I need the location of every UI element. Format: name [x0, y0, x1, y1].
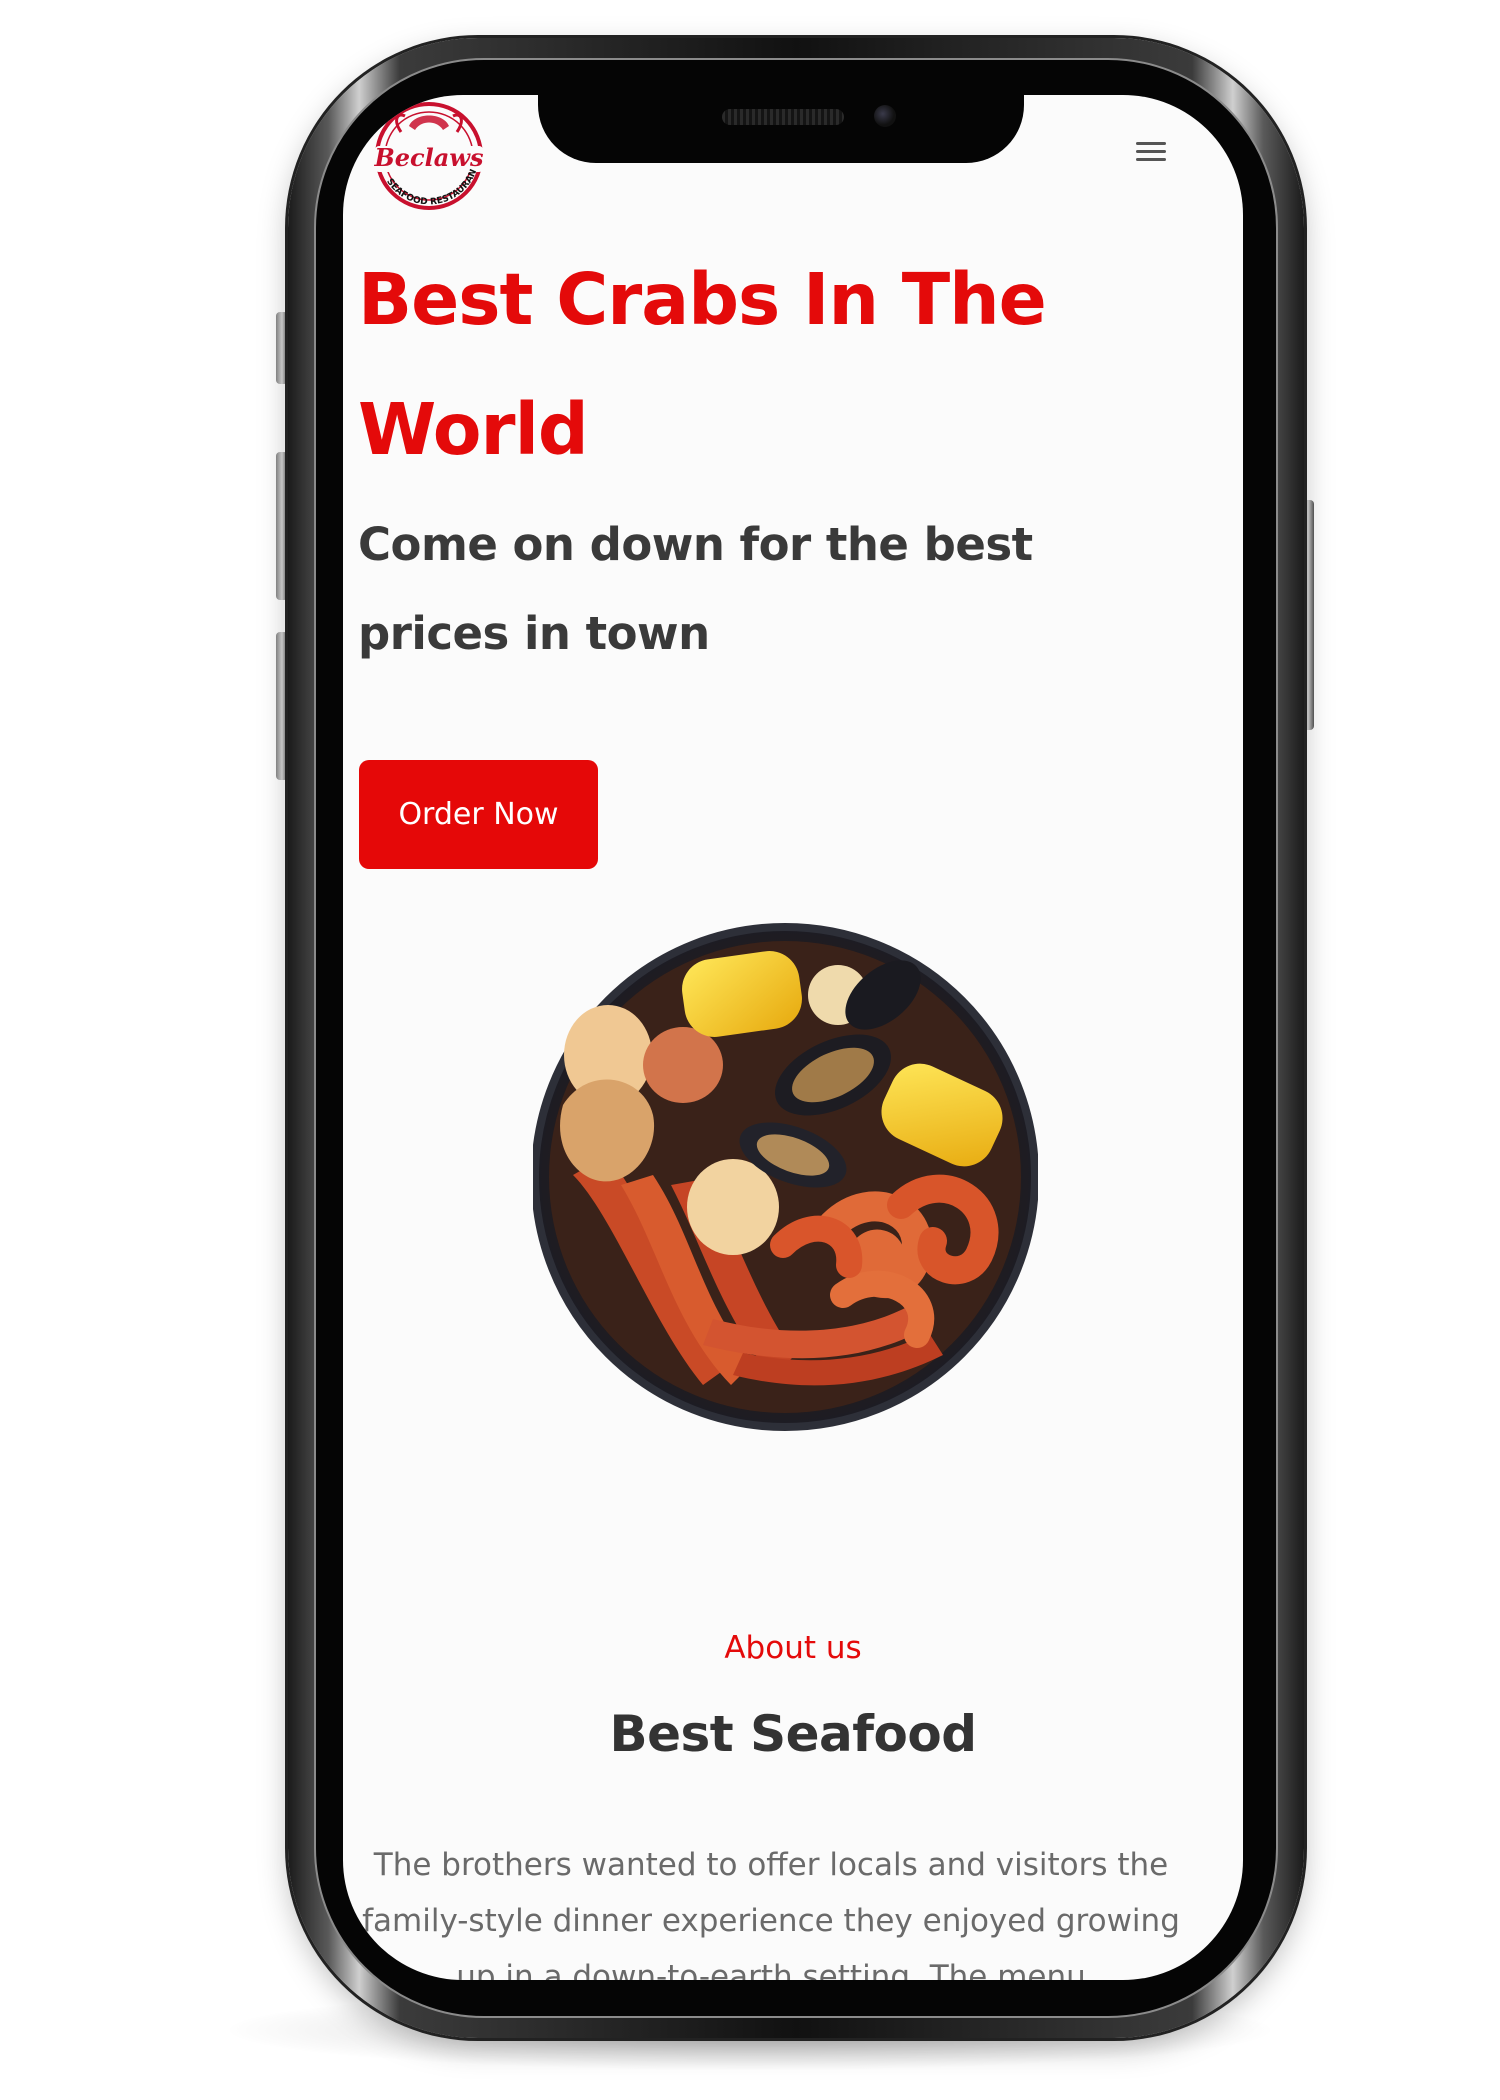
hero-subtitle: Come on down for the best prices in town	[358, 518, 1033, 660]
phone-screen: Beclaws JUST SEAFOOD RESTAURANT Best Cra…	[343, 95, 1243, 1980]
speaker-grille	[722, 109, 844, 125]
hamburger-menu-icon[interactable]	[1135, 137, 1169, 165]
front-camera	[874, 105, 896, 127]
phone-notch	[538, 95, 1024, 163]
brand-logo[interactable]: Beclaws JUST SEAFOOD RESTAURANT	[357, 95, 497, 220]
about-section-label: About us	[724, 1630, 862, 1666]
silent-switch	[276, 312, 288, 384]
device-mockup-stage: Beclaws JUST SEAFOOD RESTAURANT Best Cra…	[0, 0, 1500, 2100]
order-now-button[interactable]: Order Now	[359, 760, 598, 869]
seafood-platter-image	[533, 923, 1038, 1431]
volume-up-button	[276, 452, 288, 600]
logo-top-text: JUST	[362, 103, 397, 118]
menu-bar-middle	[1136, 150, 1166, 153]
menu-bar-top	[1136, 142, 1166, 145]
hero-title: Best Crabs In The World	[358, 258, 1047, 471]
menu-bar-bottom	[1136, 158, 1166, 161]
volume-down-button	[276, 632, 288, 780]
about-section-text: The brothers wanted to offer locals and …	[362, 1847, 1180, 1980]
about-section-title: Best Seafood	[609, 1705, 978, 1763]
logo-wordmark: Beclaws	[373, 143, 483, 172]
